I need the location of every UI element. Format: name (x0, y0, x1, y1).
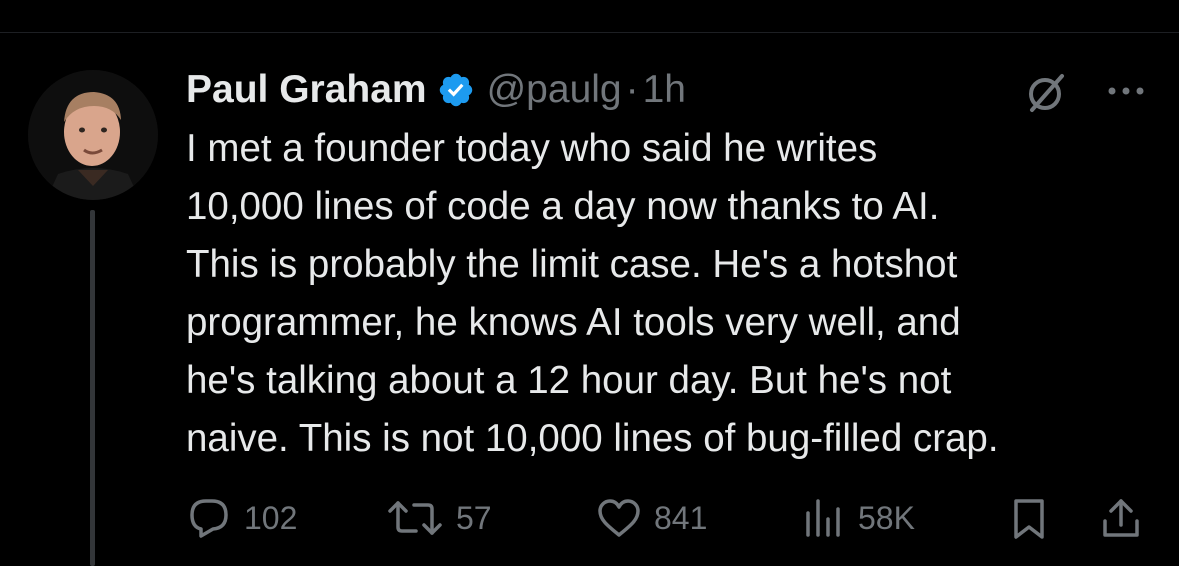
heart-icon (598, 499, 640, 537)
handle[interactable]: @paulg (487, 68, 622, 112)
reply-icon (190, 499, 228, 538)
tweet[interactable]: Paul Graham @paulg · 1h I met a founder … (186, 62, 1166, 468)
display-name[interactable]: Paul Graham (186, 68, 427, 112)
avatar[interactable] (28, 70, 158, 200)
views-button[interactable]: 58K (800, 494, 915, 542)
repost-icon (388, 501, 442, 535)
tweet-text-line: he's talking about a 12 hour day. But he… (186, 359, 952, 402)
share-icon (1103, 499, 1139, 537)
bookmark-icon (1014, 499, 1044, 539)
verified-badge-icon[interactable] (437, 71, 475, 109)
grok-icon[interactable] (1024, 70, 1068, 114)
repost-count: 57 (456, 499, 492, 536)
tweet-text-line: I met a founder today who said he writes (186, 127, 878, 170)
separator-dot: · (625, 68, 639, 111)
views-icon (806, 499, 840, 537)
tweet-text: I met a founder today who said he writes… (186, 120, 1166, 468)
tweet-text-line: 10,000 lines of code a day now thanks to… (186, 185, 940, 228)
reply-button[interactable]: 102 (186, 494, 297, 542)
reply-count: 102 (244, 499, 298, 536)
top-divider (0, 32, 1179, 33)
avatar-image (28, 70, 158, 200)
views-count: 58K (858, 499, 915, 536)
timestamp[interactable]: 1h (643, 68, 686, 112)
like-count: 841 (654, 499, 708, 536)
action-bar: 102 57 841 58K (186, 494, 1156, 542)
tweet-header: Paul Graham @paulg · 1h (186, 62, 1166, 118)
thread-line (90, 210, 95, 566)
share-button[interactable] (1098, 494, 1144, 542)
bookmark-button[interactable] (1006, 494, 1052, 542)
tweet-text-line: programmer, he knows AI tools very well,… (186, 301, 961, 344)
like-button[interactable]: 841 (596, 494, 707, 542)
repost-button[interactable]: 57 (386, 494, 492, 542)
tweet-text-line: naive. This is not 10,000 lines of bug-f… (186, 417, 999, 460)
more-icon[interactable] (1104, 76, 1148, 106)
tweet-text-line: This is probably the limit case. He's a … (186, 243, 958, 286)
